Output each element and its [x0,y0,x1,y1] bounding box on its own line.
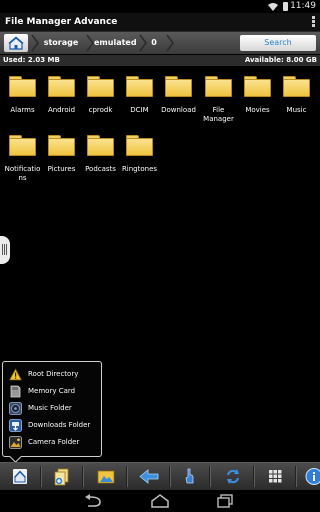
battery-icon [283,2,288,11]
popup-item-label: Downloads Folder [28,421,91,429]
folder-icon [87,135,114,157]
folder-label: Movies [245,106,270,114]
folder-label: Pictures [47,165,76,173]
toolbar-gallery-button[interactable] [92,466,120,487]
folder-icon [9,135,36,157]
refresh-icon [227,469,239,484]
available-space: Available: 8.00 GB [244,56,317,64]
popup-item-label: Camera Folder [28,438,80,446]
breadcrumb-item-storage[interactable]: storage [40,34,82,52]
wifi-icon [268,3,278,11]
nav-back-icon[interactable] [82,494,106,508]
memory-card-icon [10,385,21,398]
folder-item[interactable]: DCIM [120,70,159,115]
folder-item[interactable]: cprodk [81,70,120,115]
folder-item[interactable]: Podcasts [81,129,120,174]
popup-item-label: Memory Card [28,387,76,395]
folder-item[interactable]: File Manager [199,70,238,124]
multi-select-icon [185,468,194,484]
folder-icon [165,76,192,98]
system-navigation-bar [0,490,320,512]
folder-icon [9,76,36,98]
popup-item-camera-folder[interactable]: Camera Folder [7,434,99,451]
toolbar-info-button[interactable] [300,466,320,487]
search-button[interactable]: Search [240,35,316,51]
folder-item[interactable]: Notificatio ns [3,129,42,183]
popup-item-label: Music Folder [28,404,72,412]
folder-label: Download [161,106,196,114]
breadcrumb-item-0[interactable]: 0 [146,34,162,52]
info-icon [305,468,320,485]
camera-folder-icon [9,436,22,449]
bottom-toolbar [0,462,320,490]
toolbar-new-button[interactable] [48,466,76,487]
downloads-folder-icon [9,419,22,432]
toolbar-refresh-button[interactable] [219,466,247,487]
home-icon [13,469,27,484]
folder-icon [126,76,153,98]
toolbar-home-button[interactable] [6,466,34,487]
folder-icon [87,76,114,98]
overflow-menu-icon[interactable] [312,16,316,28]
chevron-right-icon [166,34,174,52]
folder-label: Ringtones [121,165,158,173]
side-drawer-handle[interactable] [0,236,10,264]
popup-item-label: Root Directory [28,370,79,378]
status-bar: 11:49 [0,0,320,13]
folder-item[interactable]: Pictures [42,129,81,174]
folder-item[interactable]: Music [277,70,316,115]
folder-label: Podcasts [85,165,116,173]
folder-label: cprodk [88,106,113,114]
folder-icon [126,135,153,157]
folder-item[interactable]: Alarms [3,70,42,115]
breadcrumb-item-emulated[interactable]: emulated [94,34,137,52]
folder-item[interactable]: Android [42,70,81,115]
nav-home-icon[interactable] [148,494,172,508]
folder-icon [244,76,271,98]
breadcrumb: storage emulated 0 Search [0,32,320,54]
popup-item-root-directory[interactable]: Root Directory [7,366,99,383]
folder-label: File Manager [203,106,234,123]
new-item-icon [54,468,69,486]
music-folder-icon [9,402,22,415]
warning-icon [9,368,22,381]
quick-access-popup: Root Directory Memory Card Music Folder … [2,361,102,463]
clock: 11:49 [290,1,316,11]
breadcrumb-home-button[interactable] [4,34,28,52]
folder-label: Notificatio ns [4,165,41,182]
folder-label: Android [47,106,76,114]
app-title: File Manager Advance [5,17,118,27]
folder-label: DCIM [130,106,149,114]
folder-item[interactable]: Ringtones [120,129,159,174]
folder-item[interactable]: Download [159,70,198,115]
gallery-icon [97,470,115,484]
chevron-right-icon [86,34,94,52]
used-space: Used: 2.03 MB [3,56,60,64]
app-title-bar: File Manager Advance [0,13,320,32]
folder-icon [48,135,75,157]
folder-icon [205,76,232,98]
popup-item-memory-card[interactable]: Memory Card [7,383,99,400]
popup-item-downloads-folder[interactable]: Downloads Folder [7,417,99,434]
storage-info-bar: Used: 2.03 MB Available: 8.00 GB [0,55,320,66]
folder-label: Music [286,106,307,114]
folder-label: Alarms [10,106,35,114]
toolbar-multi-select-button[interactable] [176,466,204,487]
toolbar-grid-view-button[interactable] [261,466,289,487]
nav-recent-apps-icon[interactable] [214,494,238,508]
home-icon [8,36,24,50]
folder-icon [283,76,310,98]
chevron-right-icon [31,34,39,52]
back-icon [139,469,159,484]
toolbar-back-button[interactable] [135,466,163,487]
folder-icon [48,76,75,98]
grid-view-icon [269,470,282,483]
popup-item-music-folder[interactable]: Music Folder [7,400,99,417]
folder-item[interactable]: Movies [238,70,277,115]
